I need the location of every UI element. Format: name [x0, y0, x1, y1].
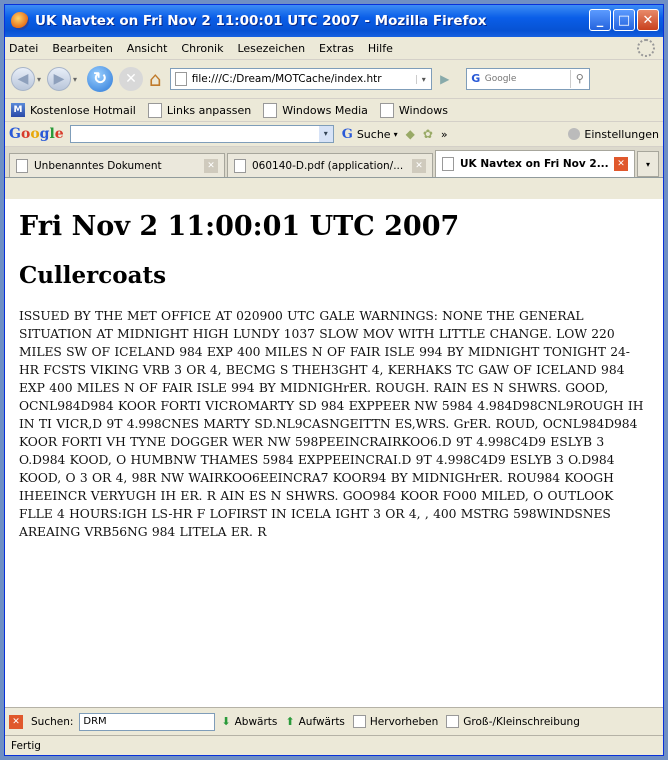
find-next-label: Abwärts — [234, 715, 278, 728]
highlight-icon — [352, 715, 366, 728]
google-toolbar: Google ▾ G Suche ▾ ◆ ✿ » Einstellungen — [5, 122, 663, 147]
google-search-box[interactable]: ▾ — [69, 125, 334, 143]
address-bar[interactable]: ▾ — [169, 68, 432, 90]
page-icon — [379, 102, 394, 118]
tab-close-icon[interactable]: ✕ — [412, 158, 426, 173]
forward-dropdown-icon[interactable]: ▾ — [73, 75, 77, 84]
home-button[interactable]: ⌂ — [149, 67, 162, 91]
forward-button[interactable]: ▶ — [47, 67, 72, 91]
navigation-toolbar: ◀ ▾ ▶ ▾ ↻ ✕ ⌂ ▾ ▶ G ⚲ — [5, 60, 663, 99]
station-heading: Cullercoats — [19, 262, 167, 289]
maximize-button[interactable]: □ — [613, 9, 635, 31]
find-previous-button[interactable]: ⬆ Aufwärts — [285, 715, 345, 728]
bookmark-links-anpassen[interactable]: Links anpassen — [147, 102, 252, 118]
tab-close-icon[interactable]: ✕ — [204, 158, 218, 173]
activity-throbber-icon — [637, 39, 655, 57]
page-icon — [442, 157, 454, 171]
google-more-button[interactable]: » — [441, 128, 448, 141]
chevron-down-icon: ▾ — [393, 129, 398, 139]
search-input[interactable] — [484, 74, 549, 84]
browser-window: UK Navtex on Fri Nov 2 11:00:01 UTC 2007… — [4, 4, 664, 756]
page-content: Fri Nov 2 11:00:01 UTC 2007 Cullercoats … — [5, 199, 663, 707]
go-button[interactable]: ▶ — [436, 69, 454, 89]
page-icon — [16, 158, 28, 173]
minimize-button[interactable]: _ — [589, 9, 611, 31]
tab-label: Unbenanntes Dokument — [34, 159, 162, 172]
search-icon[interactable]: ⚲ — [569, 70, 589, 88]
menu-help[interactable]: Hilfe — [368, 42, 393, 55]
menu-view[interactable]: Ansicht — [127, 42, 168, 55]
bookmark-label: Links anpassen — [166, 103, 252, 117]
tab-close-icon[interactable]: ✕ — [614, 157, 628, 171]
status-text: Fertig — [11, 739, 41, 752]
menu-history[interactable]: Chronik — [181, 42, 223, 55]
bookmark-windows[interactable]: Windows — [379, 102, 448, 118]
reload-button[interactable]: ↻ — [87, 66, 114, 92]
find-previous-label: Aufwärts — [298, 715, 345, 728]
google-g-icon: G — [341, 126, 353, 142]
google-search-input[interactable] — [70, 126, 311, 142]
tab-pdf[interactable]: 060140-D.pdf (application/... ✕ — [227, 153, 433, 177]
popup-blocker-icon[interactable]: ✿ — [423, 127, 433, 141]
bookmark-label: Windows — [398, 103, 448, 117]
tab-strip: Unbenanntes Dokument ✕ 060140-D.pdf (app… — [5, 147, 663, 178]
find-close-icon[interactable]: ✕ — [9, 714, 23, 729]
status-bar: Fertig — [5, 735, 663, 755]
google-search-label: Suche — [356, 127, 391, 141]
google-search-button[interactable]: G Suche ▾ — [342, 127, 398, 142]
tab-label: 060140-D.pdf (application/... — [252, 159, 404, 172]
tab-label: UK Navtex on Fri Nov 2... — [460, 158, 609, 170]
match-case-checkbox[interactable]: Groß-/Kleinschreibung — [446, 715, 580, 728]
google-logo: Google — [9, 126, 64, 142]
page-icon — [174, 72, 187, 86]
highlight-button[interactable]: Hervorheben — [352, 715, 439, 728]
bookmark-label: Kostenlose Hotmail — [30, 103, 136, 117]
page-icon — [234, 158, 246, 173]
match-case-label: Groß-/Kleinschreibung — [463, 715, 580, 728]
url-dropdown-icon[interactable]: ▾ — [415, 74, 431, 84]
arrow-up-icon: ⬆ — [285, 715, 295, 728]
find-next-button[interactable]: ⬇ Abwärts — [221, 715, 277, 728]
page-heading: Fri Nov 2 11:00:01 UTC 2007 — [19, 211, 460, 242]
menu-tools[interactable]: Extras — [319, 42, 354, 55]
tab-uk-navtex[interactable]: UK Navtex on Fri Nov 2... ✕ — [435, 150, 635, 177]
google-settings-button[interactable]: Einstellungen — [568, 128, 659, 141]
tab-unbenanntes-dokument[interactable]: Unbenanntes Dokument ✕ — [9, 153, 225, 177]
find-input[interactable] — [79, 712, 216, 731]
settings-icon — [568, 128, 581, 140]
msn-icon: M — [11, 103, 25, 117]
bookmarks-toolbar: M Kostenlose Hotmail Links anpassen Wind… — [5, 99, 663, 122]
tab-list-button[interactable]: ▾ — [637, 151, 659, 177]
bookmark-hotmail[interactable]: M Kostenlose Hotmail — [11, 103, 136, 117]
find-bar: ✕ Suchen: ⬇ Abwärts ⬆ Aufwärts Hervorheb… — [5, 707, 663, 735]
find-label: Suchen: — [31, 715, 74, 728]
page-icon — [147, 102, 162, 118]
bookmark-windows-media[interactable]: Windows Media — [263, 102, 368, 118]
navtex-message: ISSUED BY THE MET OFFICE AT 020900 UTC G… — [19, 309, 644, 539]
bookmark-label: Windows Media — [282, 103, 368, 117]
menu-bookmarks[interactable]: Lesezeichen — [237, 42, 305, 55]
page-icon — [263, 102, 278, 118]
stop-button[interactable]: ✕ — [119, 67, 144, 91]
firefox-logo-icon — [11, 12, 29, 30]
arrow-down-icon: ⬇ — [221, 715, 231, 728]
title-bar[interactable]: UK Navtex on Fri Nov 2 11:00:01 UTC 2007… — [5, 5, 663, 37]
close-button[interactable]: ✕ — [637, 9, 659, 31]
pagerank-icon[interactable]: ◆ — [406, 127, 415, 141]
google-dropdown-icon[interactable]: ▾ — [318, 126, 333, 142]
search-bar[interactable]: G ⚲ — [465, 68, 590, 90]
checkbox-icon — [446, 715, 460, 728]
window-title: UK Navtex on Fri Nov 2 11:00:01 UTC 2007… — [35, 13, 487, 29]
menu-edit[interactable]: Bearbeiten — [52, 42, 112, 55]
search-engine-icon[interactable]: G — [469, 72, 483, 86]
back-dropdown-icon[interactable]: ▾ — [37, 75, 41, 84]
menu-file[interactable]: Datei — [9, 42, 38, 55]
back-button[interactable]: ◀ — [11, 67, 35, 91]
highlight-label: Hervorheben — [369, 715, 439, 728]
url-input[interactable] — [191, 73, 402, 85]
menu-bar: Datei Bearbeiten Ansicht Chronik Lesezei… — [5, 37, 663, 60]
settings-label: Einstellungen — [584, 127, 659, 141]
